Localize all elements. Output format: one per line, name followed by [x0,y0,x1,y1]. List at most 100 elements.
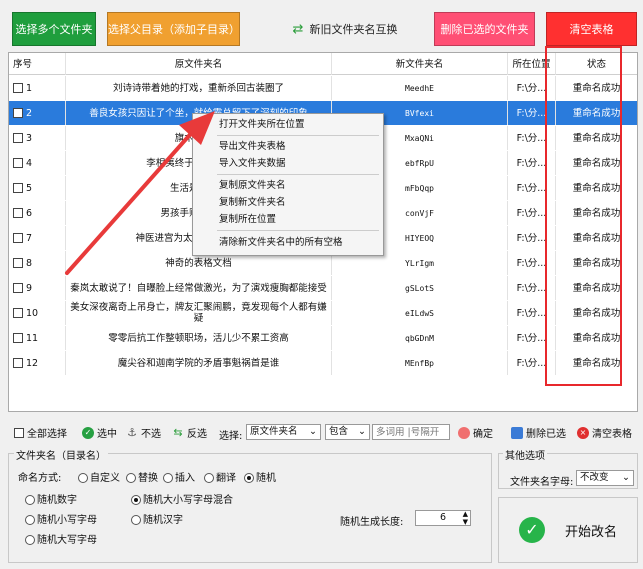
random-chinese-radio[interactable]: 随机汉字 [131,511,183,526]
radio-dot [204,473,214,483]
swap-names-button[interactable]: ⇄ 新旧文件夹名互换 [285,12,405,46]
row-index[interactable]: 12 [9,351,66,375]
confirm-icon [458,426,470,439]
radio-dot [25,495,35,505]
mode-label: 插入 [175,473,195,484]
table-row[interactable]: 10 美女深夜离奇上吊身亡，牌友汇聚闹鹏，竟发现每个人都有嫌疑 eILdwS F:\分… [9,301,637,325]
row-checkbox[interactable] [13,258,23,268]
table-header: 序号 原文件夹名 新文件夹名 所在位置 状态 [9,53,637,75]
confirm-button[interactable]: 确定 [458,425,493,440]
row-index-value: 3 [26,132,33,144]
new-name-cell: eILdwS [332,301,508,325]
row-checkbox[interactable] [13,333,23,343]
row-checkbox[interactable] [13,308,23,318]
select-all-checkbox[interactable]: 全部选择 [14,425,67,440]
row-checkbox[interactable] [13,158,23,168]
menu-separator [217,135,379,136]
confirm-label: 确定 [473,429,493,440]
mode-custom-radio[interactable]: 自定义 [78,469,120,484]
row-checkbox[interactable] [13,183,23,193]
case-select[interactable]: 不改变 ⌄ [576,470,634,486]
row-index-value: 11 [26,332,39,344]
start-rename-label: 开始改名 [564,524,617,540]
row-index[interactable]: 10 [9,301,66,325]
menu-copy-new[interactable]: 复制新文件夹名 [219,196,286,210]
radio-dot [126,473,136,483]
menu-separator [217,174,379,175]
row-checkbox[interactable] [13,133,23,143]
table-row[interactable]: 11 零零后抗工作整顿职场，活儿少不累工资高 qbGDnM F:\分... 重命名成功 [9,326,637,350]
invert-button[interactable]: ⇆ 反选 [172,425,207,440]
menu-clear-spaces[interactable]: 清除新文件夹名中的所有空格 [219,236,343,250]
random-digits-radio[interactable]: 随机数字 [25,491,77,506]
operator-select[interactable]: 包含 ⌄ [325,424,370,440]
delete-selected-button[interactable]: 删除已选 [511,425,566,440]
random-type-label: 随机汉字 [143,515,183,526]
radio-dot [25,515,35,525]
row-index-value: 8 [26,257,33,269]
menu-open-location[interactable]: 打开文件夹所在位置 [219,118,305,132]
clear-table-button[interactable]: 清空表格 [546,12,637,46]
row-checkbox[interactable] [13,108,23,118]
row-checkbox[interactable] [13,358,23,368]
row-checkbox[interactable] [13,233,23,243]
random-type-label: 随机小写字母 [37,515,97,526]
row-index-value: 2 [26,107,33,119]
select-all-label: 全部选择 [27,429,67,440]
row-checkbox[interactable] [13,208,23,218]
radio-dot [163,473,173,483]
random-type-label: 随机大写字母 [37,535,97,546]
original-name-cell: 魔尖谷和迦南学院的矛盾事魁祸首是谁 [66,351,332,375]
deselect-button[interactable]: ⚓ 不选 [126,425,161,440]
keyword-input[interactable] [372,424,450,440]
mode-insert-radio[interactable]: 插入 [163,469,195,484]
group-title: 文件夹名（目录名） [14,447,108,462]
close-circle-icon: × [577,426,589,439]
row-checkbox[interactable] [13,283,23,293]
select-button[interactable]: ✓ 选中 [82,425,117,440]
row-index-value: 5 [26,182,33,194]
row-index-value: 1 [26,82,33,94]
row-index[interactable]: 11 [9,326,66,350]
row-index-value: 10 [26,307,39,319]
col-header-index[interactable]: 序号 [9,53,66,75]
mode-translate-radio[interactable]: 翻译 [204,469,236,484]
chevron-down-icon: ⌄ [358,426,366,437]
radio-dot [25,535,35,545]
row-index[interactable]: 1 [9,76,66,100]
menu-import-data[interactable]: 导入文件夹数据 [219,157,286,171]
new-name-cell: MEnfBp [332,351,508,375]
table-row[interactable]: 12 魔尖谷和迦南学院的矛盾事魁祸首是谁 MEnfBp F:\分... 重命名成功 [9,351,637,375]
choose-label: 选择: [219,431,243,442]
chevron-down-icon: ⌄ [622,472,630,483]
clear-table-label: 清空表格 [592,429,632,440]
menu-export-table[interactable]: 导出文件夹表格 [219,140,286,154]
start-rename-button[interactable]: ✓ 开始改名 [498,497,638,563]
col-header-original[interactable]: 原文件夹名 [66,53,332,75]
original-name-cell: 美女深夜离奇上吊身亡，牌友汇聚闹鹏，竟发现每个人都有嫌疑 [66,301,332,325]
menu-copy-location[interactable]: 复制所在位置 [219,213,276,227]
select-parent-dir-button[interactable]: 选择父目录（添加子目录） [107,12,240,46]
field-select[interactable]: 原文件夹名 ⌄ [246,424,321,440]
invert-label: 反选 [187,429,207,440]
random-lowercase-radio[interactable]: 随机小写字母 [25,511,97,526]
random-length-spinner[interactable]: 6 ▲ ▼ [415,510,471,526]
mode-replace-radio[interactable]: 替换 [126,469,158,484]
delete-selected-folders-button[interactable]: 删除已选的文件夹 [434,12,535,46]
status-highlight-box [545,46,622,386]
select-multiple-folders-button[interactable]: 选择多个文件夹 [12,12,96,46]
mode-random-radio[interactable]: 随机 [244,469,276,484]
check-circle-icon: ✓ [82,426,94,439]
random-mixed-case-radio[interactable]: 随机大小写字母混合 [131,491,233,506]
clear-table-bottom-button[interactable]: × 清空表格 [577,425,632,440]
row-checkbox[interactable] [13,83,23,93]
col-header-new[interactable]: 新文件夹名 [332,53,508,75]
row-index-value: 6 [26,207,33,219]
select-label: 选中 [97,429,117,440]
case-label: 文件夹名字母: [510,477,574,488]
table-row[interactable]: 1 刘诗诗带着她的打戏，重新杀回古装圈了 MeedhE F:\分... 重命名成功 [9,76,637,100]
anchor-icon: ⚓ [127,425,137,439]
menu-copy-original[interactable]: 复制原文件夹名 [219,179,286,193]
random-uppercase-radio[interactable]: 随机大写字母 [25,531,97,546]
mode-label: 自定义 [90,473,120,484]
